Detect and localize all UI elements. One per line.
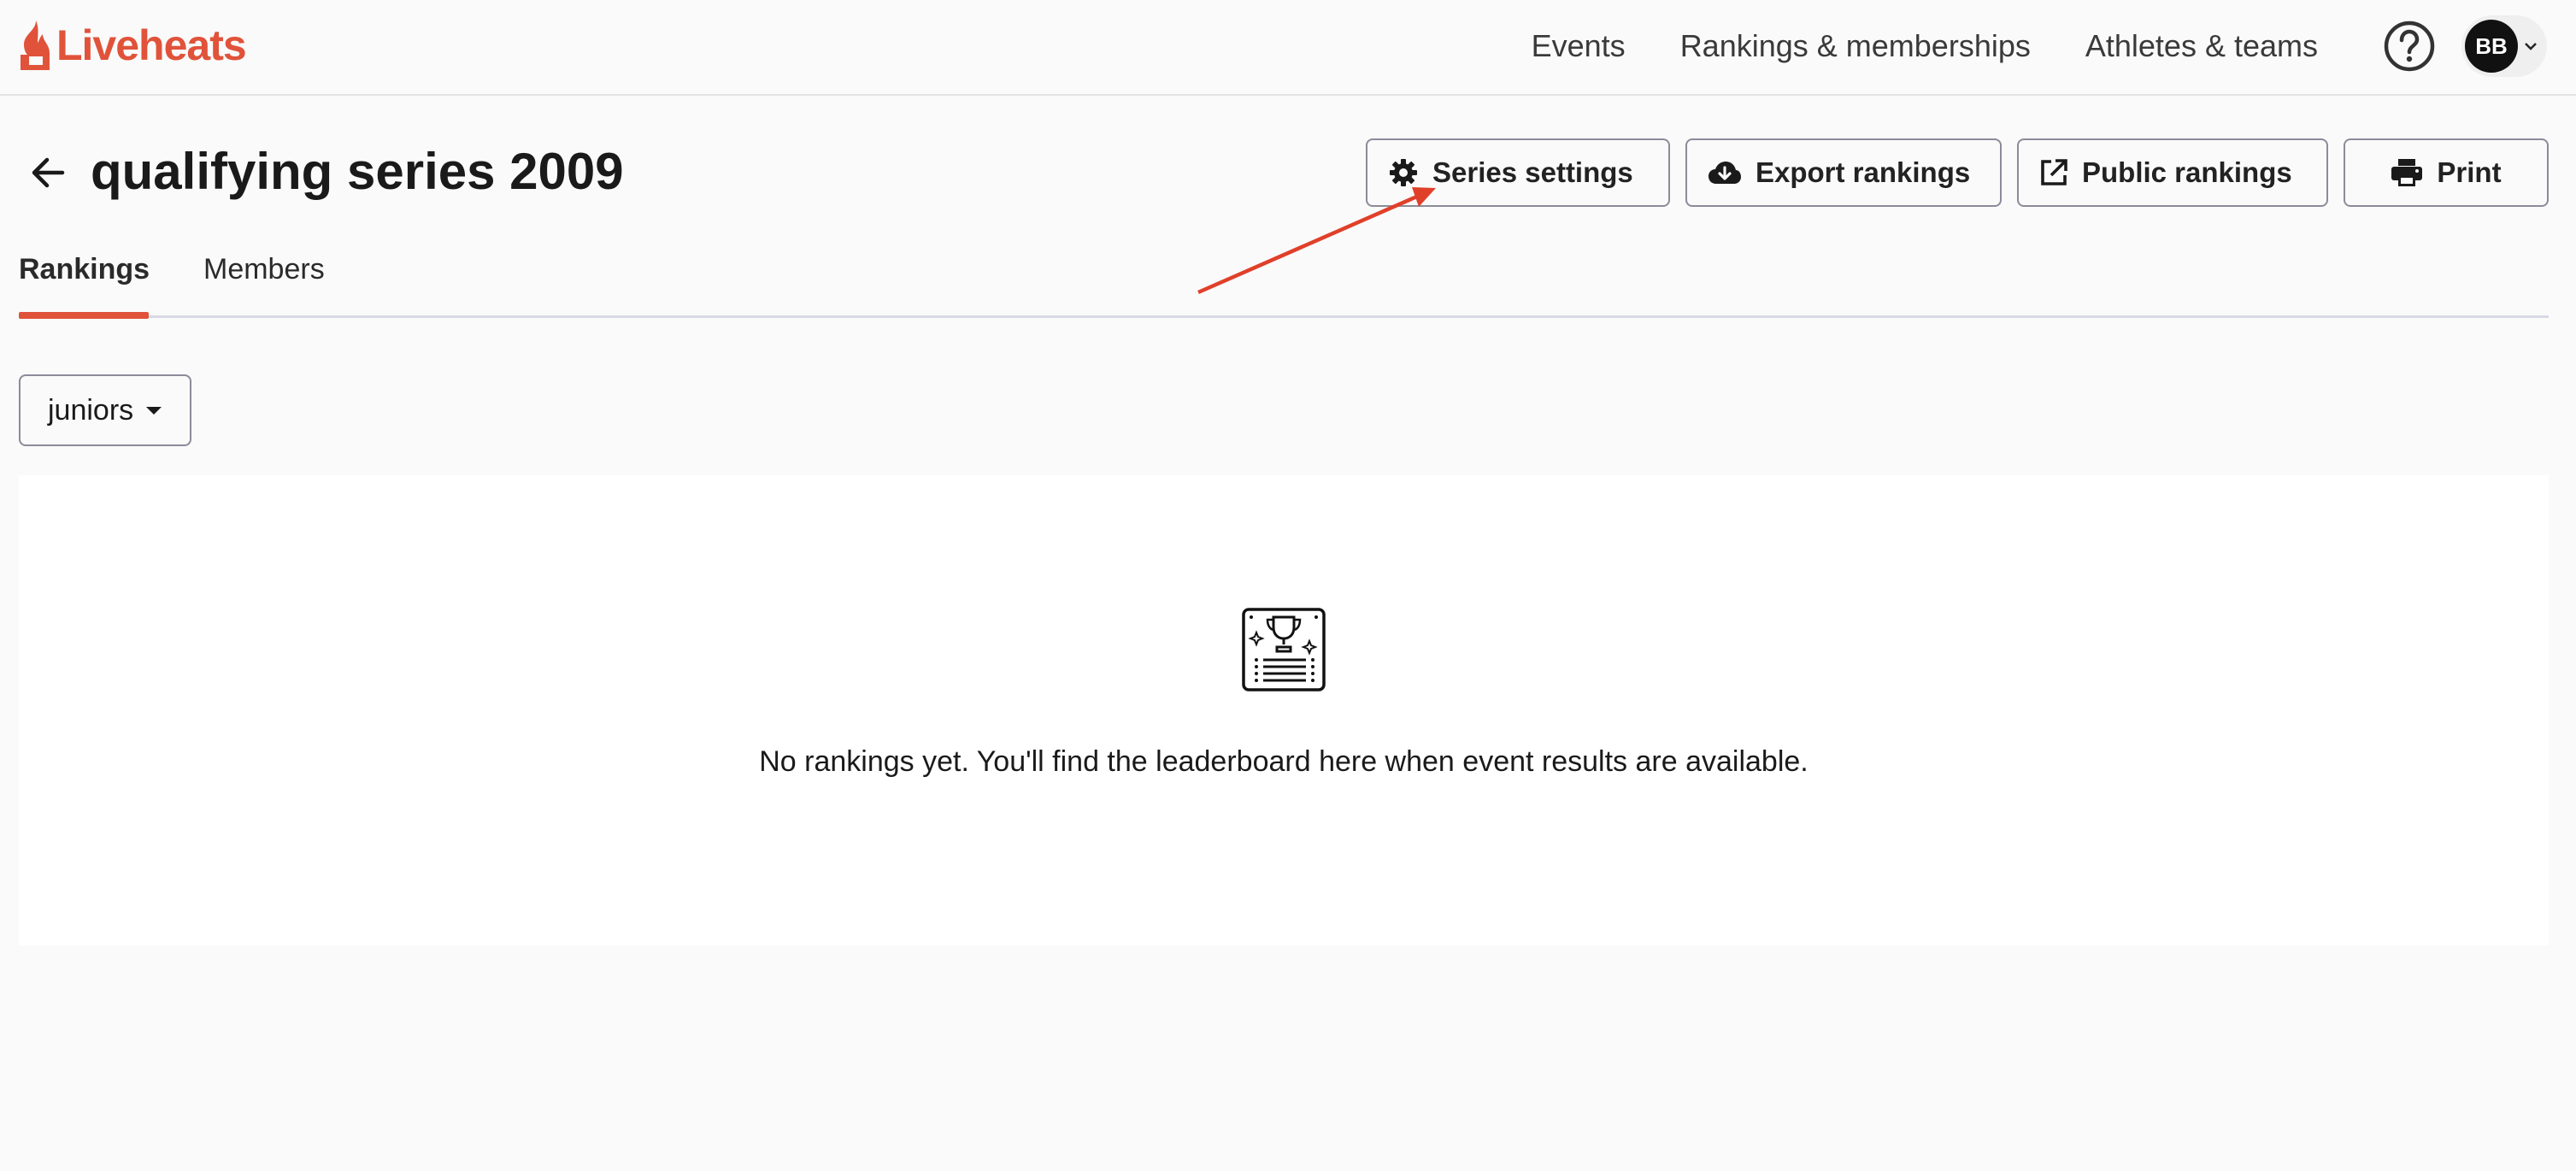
rankings-panel: No rankings yet. You'll find the leaderb… — [19, 475, 2549, 945]
header-actions: Series settings Export rankings Public r… — [1366, 138, 2549, 207]
public-rankings-button[interactable]: Public rankings — [2017, 138, 2328, 207]
gear-icon — [1388, 157, 1419, 188]
empty-state-message: No rankings yet. You'll find the leaderb… — [759, 745, 1808, 778]
cloud-download-icon — [1708, 160, 1742, 185]
nav-athletes-teams[interactable]: Athletes & teams — [2085, 28, 2318, 64]
active-tab-indicator — [19, 312, 149, 319]
tab-bar: Rankings Members — [19, 241, 2549, 319]
flame-logo-icon — [21, 21, 50, 70]
export-rankings-button[interactable]: Export rankings — [1685, 138, 2002, 207]
series-settings-button[interactable]: Series settings — [1366, 138, 1670, 207]
help-button[interactable] — [2383, 20, 2436, 73]
caret-down-icon — [146, 407, 162, 415]
print-label: Print — [2437, 156, 2502, 188]
public-rankings-label: Public rankings — [2082, 156, 2292, 188]
print-button[interactable]: Print — [2344, 138, 2549, 207]
back-button[interactable] — [26, 150, 70, 195]
logo-text: Liveheats — [56, 21, 247, 69]
export-rankings-label: Export rankings — [1756, 156, 1971, 188]
printer-icon — [2391, 158, 2423, 187]
main-nav: Events Rankings & memberships Athletes &… — [1532, 0, 2576, 92]
nav-events[interactable]: Events — [1532, 28, 1626, 64]
trophy-leaderboard-icon — [1242, 608, 1326, 691]
liveheats-logo[interactable]: Liveheats — [17, 17, 247, 74]
help-circle-icon — [2384, 21, 2435, 72]
external-link-icon — [2039, 158, 2068, 187]
user-menu[interactable]: BB — [2461, 15, 2547, 77]
page-title: qualifying series 2009 — [91, 143, 624, 200]
series-settings-label: Series settings — [1432, 156, 1633, 188]
arrow-left-icon — [32, 157, 65, 188]
avatar: BB — [2465, 20, 2518, 73]
chevron-down-icon — [2525, 43, 2537, 50]
tab-members[interactable]: Members — [203, 253, 325, 286]
tab-rankings[interactable]: Rankings — [19, 253, 150, 286]
top-navigation-bar: Liveheats Events Rankings & memberships … — [0, 0, 2576, 96]
division-value: juniors — [48, 393, 134, 427]
division-dropdown[interactable]: juniors — [19, 374, 191, 446]
nav-rankings-memberships[interactable]: Rankings & memberships — [1680, 28, 2031, 64]
